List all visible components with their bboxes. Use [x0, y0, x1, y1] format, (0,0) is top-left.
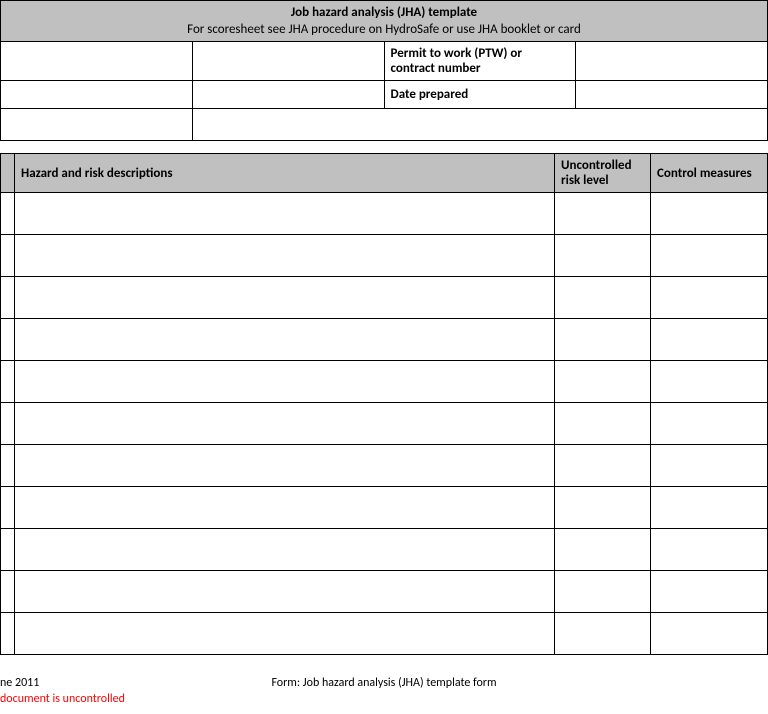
- blank-cell-3[interactable]: [1, 81, 193, 109]
- table-cell[interactable]: [555, 235, 651, 277]
- permit-value[interactable]: [576, 42, 768, 81]
- table-row: [1, 487, 768, 529]
- table-cell[interactable]: [555, 403, 651, 445]
- table-cell[interactable]: [555, 487, 651, 529]
- table-cell[interactable]: [15, 193, 555, 235]
- table-cell[interactable]: [15, 277, 555, 319]
- hazard-data-table: Hazard and risk descriptions Uncontrolle…: [0, 153, 768, 655]
- table-cell[interactable]: [15, 613, 555, 655]
- table-cell[interactable]: [15, 403, 555, 445]
- table-row: [1, 319, 768, 361]
- table-cell[interactable]: [15, 235, 555, 277]
- header-control: Control measures: [651, 154, 768, 193]
- form-subtitle: For scoresheet see JHA procedure on Hydr…: [7, 22, 761, 37]
- table-cell[interactable]: [651, 193, 768, 235]
- table-cell[interactable]: [651, 361, 768, 403]
- table-cell[interactable]: [555, 445, 651, 487]
- table-cell[interactable]: [1, 319, 15, 361]
- table-cell[interactable]: [651, 487, 768, 529]
- blank-cell-5[interactable]: [1, 109, 193, 141]
- table-cell[interactable]: [555, 529, 651, 571]
- table-cell[interactable]: [651, 403, 768, 445]
- table-cell[interactable]: [651, 277, 768, 319]
- table-cell[interactable]: [1, 445, 15, 487]
- table-cell[interactable]: [651, 571, 768, 613]
- table-cell[interactable]: [15, 529, 555, 571]
- table-row: [1, 529, 768, 571]
- table-cell[interactable]: [15, 361, 555, 403]
- blank-cell-1[interactable]: [1, 42, 193, 81]
- table-row: [1, 277, 768, 319]
- spacer: [0, 141, 768, 153]
- table-cell[interactable]: [1, 235, 15, 277]
- table-cell[interactable]: [555, 319, 651, 361]
- table-cell[interactable]: [1, 529, 15, 571]
- table-cell[interactable]: [15, 319, 555, 361]
- table-cell[interactable]: [555, 571, 651, 613]
- header-hazard: Hazard and risk descriptions: [15, 154, 555, 193]
- table-cell[interactable]: [555, 193, 651, 235]
- date-label: Date prepared: [384, 81, 576, 109]
- footer-warning: document is uncontrolled: [0, 692, 125, 706]
- table-cell[interactable]: [1, 403, 15, 445]
- permit-label: Permit to work (PTW) or contract number: [384, 42, 576, 81]
- table-row: [1, 613, 768, 655]
- table-cell[interactable]: [555, 361, 651, 403]
- table-row: [1, 235, 768, 277]
- table-cell[interactable]: [1, 361, 15, 403]
- header-risk: Uncontrolled risk level: [555, 154, 651, 193]
- date-value[interactable]: [576, 81, 768, 109]
- table-cell[interactable]: [651, 445, 768, 487]
- table-cell[interactable]: [15, 445, 555, 487]
- table-cell[interactable]: [1, 487, 15, 529]
- table-cell[interactable]: [651, 613, 768, 655]
- table-cell[interactable]: [1, 613, 15, 655]
- table-cell[interactable]: [555, 277, 651, 319]
- table-cell[interactable]: [651, 235, 768, 277]
- table-row: [1, 361, 768, 403]
- form-title: Job hazard analysis (JHA) template: [7, 5, 761, 20]
- table-cell[interactable]: [15, 487, 555, 529]
- table-cell[interactable]: [651, 319, 768, 361]
- header-num: [1, 154, 15, 193]
- table-cell[interactable]: [1, 571, 15, 613]
- blank-cell-2[interactable]: [192, 42, 384, 81]
- table-cell[interactable]: [15, 571, 555, 613]
- header-info-table: Job hazard analysis (JHA) template For s…: [0, 0, 768, 141]
- table-cell[interactable]: [555, 613, 651, 655]
- table-row: [1, 571, 768, 613]
- table-header-row: Hazard and risk descriptions Uncontrolle…: [1, 154, 768, 193]
- footer-form-name: Form: Job hazard analysis (JHA) template…: [0, 676, 768, 690]
- table-cell[interactable]: [1, 277, 15, 319]
- table-row: [1, 403, 768, 445]
- table-row: [1, 193, 768, 235]
- table-row: [1, 445, 768, 487]
- blank-cell-4[interactable]: [192, 81, 384, 109]
- table-cell[interactable]: [651, 529, 768, 571]
- table-cell[interactable]: [1, 193, 15, 235]
- description-cell[interactable]: [192, 109, 767, 141]
- title-cell: Job hazard analysis (JHA) template For s…: [1, 1, 768, 42]
